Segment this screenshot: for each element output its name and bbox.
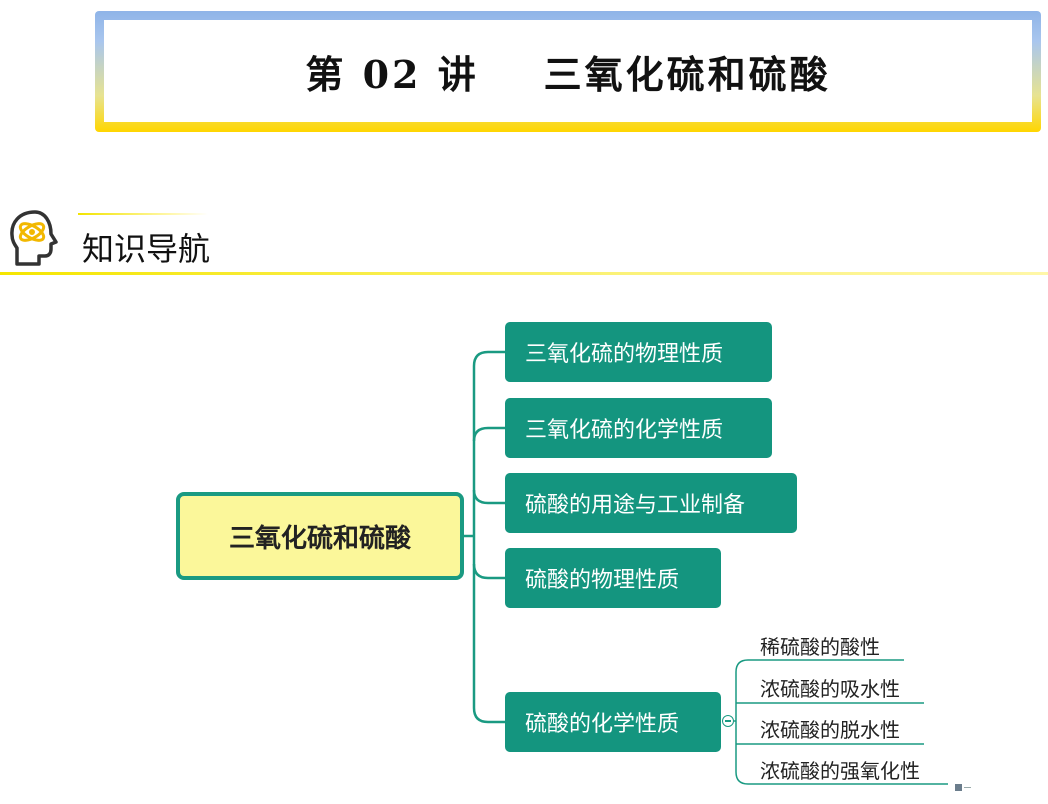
brain-head-icon [10, 210, 58, 266]
leaf-conc-dehydration: 浓硫酸的脱水性 [760, 718, 900, 742]
small-marker-icon [955, 783, 971, 792]
leaf-dilute-acidity: 稀硫酸的酸性 [760, 635, 880, 659]
branch-h2so4-chemical-properties: 硫酸的化学性质 [505, 692, 721, 752]
collapse-toggle-icon[interactable] [722, 715, 734, 727]
section-accent-line [78, 213, 208, 215]
section-title: 知识导航 [82, 230, 211, 268]
page-title: 第 02 讲 三氧化硫和硫酸 [305, 51, 831, 97]
leaf-conc-water-absorption: 浓硫酸的吸水性 [760, 677, 900, 701]
branch-so3-physical-properties: 三氧化硫的物理性质 [505, 322, 772, 382]
title-banner: 第 02 讲 三氧化硫和硫酸 [104, 20, 1032, 122]
section-divider [0, 272, 1048, 275]
mindmap-root-node: 三氧化硫和硫酸 [176, 492, 464, 580]
branch-so3-chemical-properties: 三氧化硫的化学性质 [505, 398, 772, 458]
leaf-conc-strong-oxidation: 浓硫酸的强氧化性 [760, 759, 920, 783]
branch-h2so4-physical-properties: 硫酸的物理性质 [505, 548, 721, 608]
branch-h2so4-uses-production: 硫酸的用途与工业制备 [505, 473, 797, 533]
